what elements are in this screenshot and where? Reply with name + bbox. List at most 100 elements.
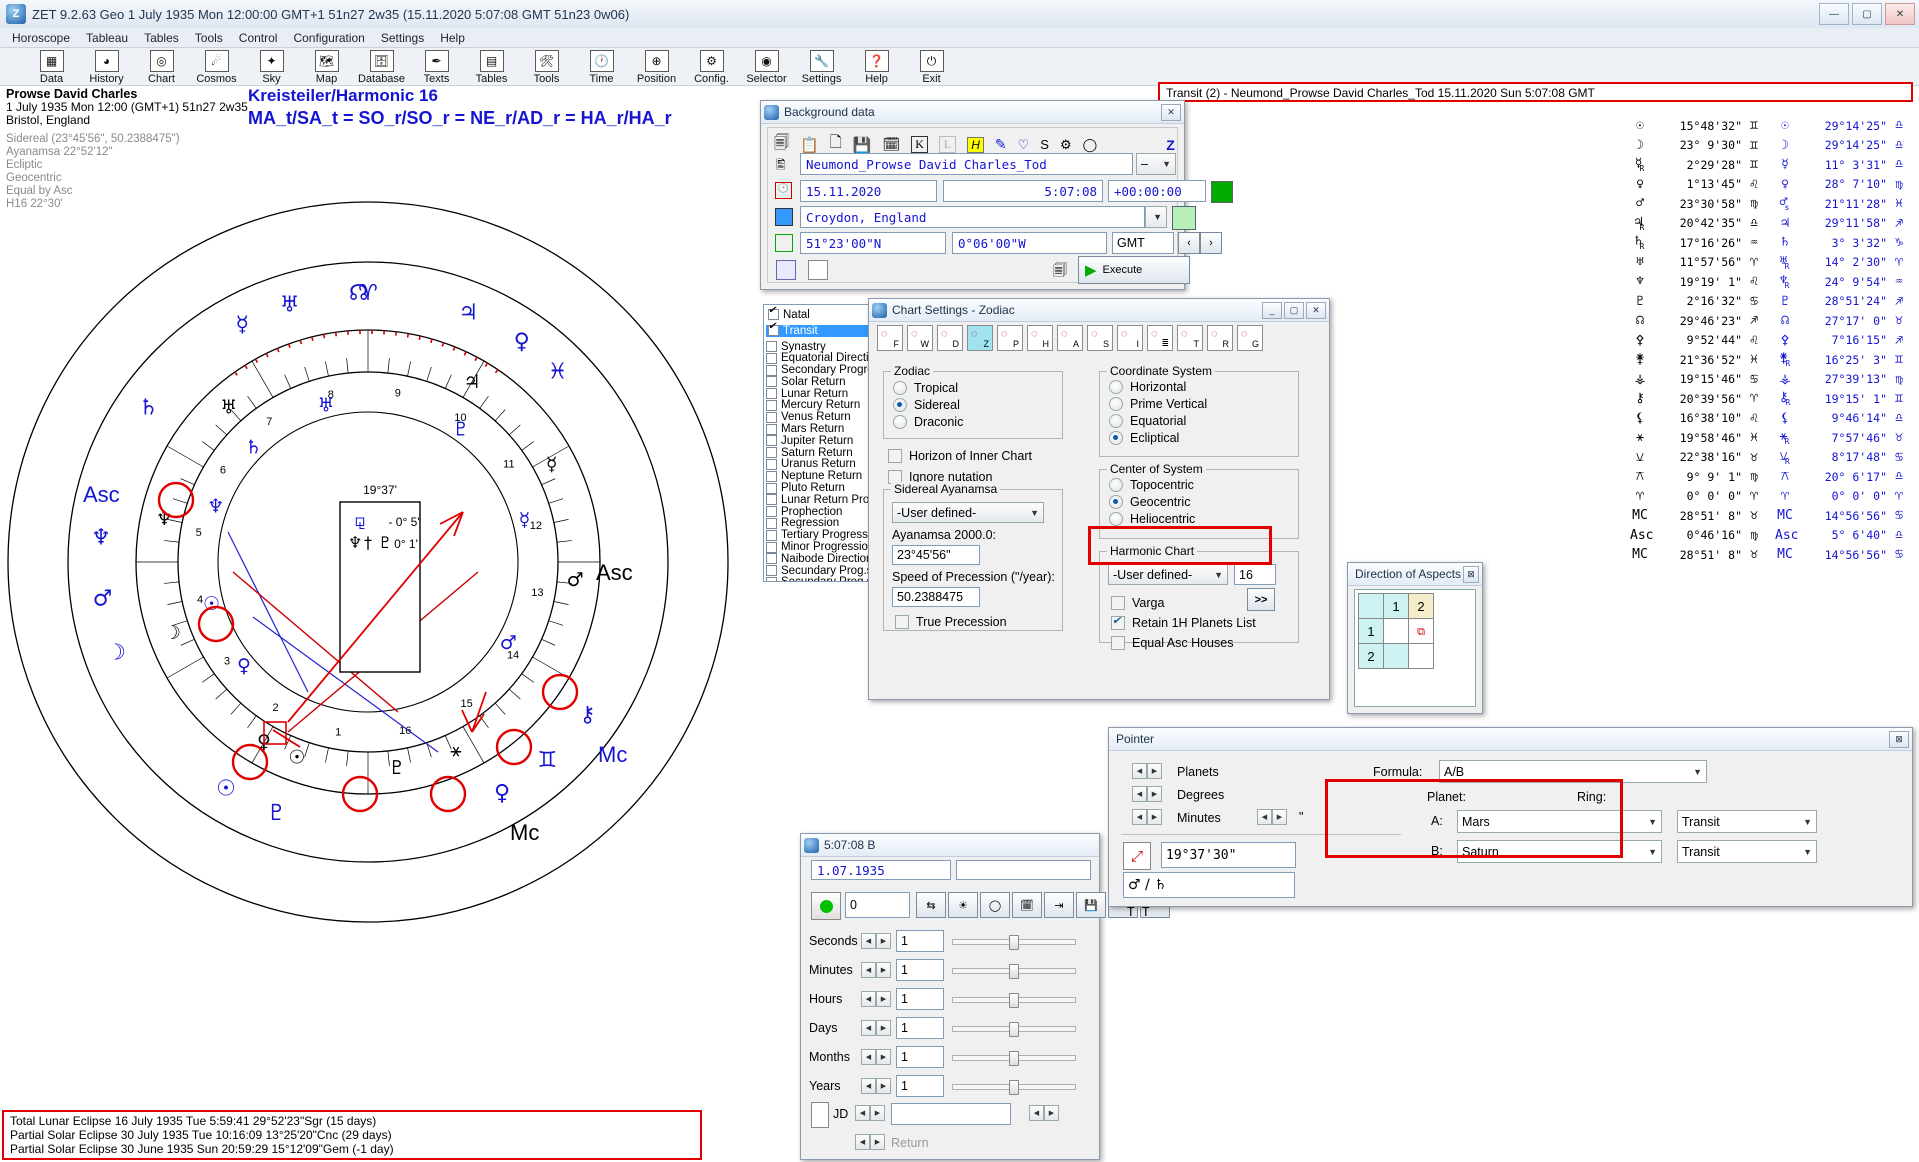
planet-glyph[interactable]: ♇ (388, 757, 405, 779)
radio-icon[interactable] (1109, 397, 1123, 411)
planet-glyph[interactable]: ☊ (349, 281, 369, 306)
checkbox-icon[interactable] (766, 435, 777, 447)
minutes2-dec-button[interactable]: ◀ (1257, 809, 1272, 825)
radio-icon[interactable] (893, 381, 907, 395)
map-pin-icon[interactable] (1172, 206, 1196, 230)
grid-cell-2-2[interactable] (1408, 643, 1434, 669)
z-icon[interactable]: Z (1166, 137, 1175, 153)
chart-wheel-icon[interactable] (776, 260, 796, 280)
toolbar-exit-button[interactable]: ⏻ Exit (904, 50, 959, 85)
minutes-dec-button[interactable]: ◀ (1132, 809, 1147, 825)
checkbox-icon[interactable] (766, 423, 777, 435)
chart-settings-titlebar[interactable]: Chart Settings - Zodiac _ ▢ ✕ (869, 299, 1329, 322)
checkbox-icon[interactable] (768, 305, 779, 321)
toolbar-tables-button[interactable]: ▤ Tables (464, 50, 519, 85)
planet-glyph[interactable]: ☿ (546, 453, 558, 475)
time-row-slider[interactable] (952, 992, 1076, 1008)
toolbar-config-button[interactable]: ⚙ Config. (684, 50, 739, 85)
time-row-slider[interactable] (952, 1079, 1076, 1095)
checkbox-icon[interactable] (766, 494, 777, 506)
time-row-slider[interactable] (952, 934, 1076, 950)
background-name-dropdown[interactable]: – ▼ (1136, 153, 1176, 175)
degrees-dec-button[interactable]: ◀ (1132, 786, 1147, 802)
duplicate-icon[interactable]: 🗐 (1053, 260, 1067, 284)
menu-settings[interactable]: Settings (373, 29, 432, 47)
menu-help[interactable]: Help (432, 29, 473, 47)
grid-col-2[interactable]: 2 (1408, 593, 1434, 619)
grid-row-1[interactable]: 1 (1358, 618, 1384, 644)
return-dec-button[interactable]: ◀ (855, 1134, 870, 1150)
save-icon[interactable]: 💾 (853, 136, 872, 154)
s-icon[interactable]: S (1040, 137, 1049, 152)
center-heliocentric[interactable]: Heliocentric (1109, 512, 1298, 526)
time-panel-date-field[interactable]: 1.07.1935 (811, 860, 951, 880)
toolbar-data-button[interactable]: ▦ Data (24, 50, 79, 85)
time-panel-titlebar[interactable]: 5:07:08 B (801, 834, 1099, 857)
radio-icon[interactable] (1109, 414, 1123, 428)
tab-z[interactable]: Z ◌ (967, 325, 993, 351)
toolbar-tools-button[interactable]: 🛠 Tools (519, 50, 574, 85)
time-row-slider[interactable] (952, 1021, 1076, 1037)
horizon-inner-chart-checkbox[interactable]: Horizon of Inner Chart (888, 449, 1032, 463)
toolbar-help-button[interactable]: ❓ Help (849, 50, 904, 85)
background-place-dropdown[interactable]: ▼ (1145, 206, 1167, 228)
planet-glyph[interactable]: ♂ (93, 586, 113, 611)
direction-of-aspects-close-icon[interactable]: ⊠ (1463, 565, 1479, 583)
zodiac-sidereal[interactable]: Sidereal (893, 398, 1062, 412)
jd-input[interactable] (891, 1103, 1011, 1125)
tab-d[interactable]: D ◌ (937, 325, 963, 351)
k-icon[interactable]: K (911, 136, 928, 153)
time-row-input[interactable]: 1 (896, 1074, 944, 1097)
planet-glyph[interactable]: ☿ (519, 509, 531, 531)
planet-glyph[interactable]: ☉ (288, 746, 305, 768)
time-row-input[interactable]: 1 (896, 958, 944, 981)
time-row-spinner[interactable]: ◀ ▶ (861, 1019, 891, 1036)
pointer-titlebar[interactable]: Pointer ⊠ (1109, 728, 1912, 751)
planet-glyph[interactable]: ☽ (164, 622, 181, 644)
time-row-spinner[interactable]: ◀ ▶ (861, 990, 891, 1007)
astrology-chart-wheel[interactable]: 12345678 910111213141516 ♈♃♀♓♄☿♅ ☊♇☽♂♆♊☉⚷♀… (0, 150, 780, 950)
retain-1h-planets-checkbox[interactable]: Retain 1H Planets List (1111, 614, 1256, 630)
checkbox-icon[interactable] (766, 411, 777, 423)
background-date-field[interactable]: 15.11.2020 (800, 180, 937, 202)
copy-icon[interactable]: 🗐 (774, 132, 789, 157)
save-icon[interactable]: 💾 (1076, 892, 1106, 918)
checkbox-icon[interactable] (766, 553, 777, 565)
checkbox-icon[interactable] (766, 506, 777, 518)
planets-inc-button[interactable]: ▶ (1147, 763, 1162, 779)
calendar-icon[interactable]: 🗓 (1012, 892, 1042, 918)
toolbar-cosmos-button[interactable]: ☄ Cosmos (189, 50, 244, 85)
pointer-ring-b-dropdown[interactable]: Transit ▼ (1677, 840, 1817, 863)
background-tz-field[interactable]: GMT (1112, 232, 1174, 254)
planet-glyph[interactable]: ♆ (207, 496, 224, 518)
planet-glyph[interactable]: ♄ (245, 436, 262, 458)
jd-dec-button[interactable]: ◀ (855, 1105, 870, 1121)
planet-glyph[interactable]: ♅ (220, 396, 237, 418)
checkbox-icon[interactable] (766, 482, 777, 494)
menu-tableau[interactable]: Tableau (78, 29, 136, 47)
tz-next-button[interactable]: › (1200, 232, 1222, 254)
background-lat-field[interactable]: 51°23'00"N (800, 232, 946, 254)
checkbox-icon[interactable] (766, 447, 777, 459)
pointer-formula-dropdown[interactable]: A/B ▼ (1439, 760, 1707, 783)
radio-icon[interactable] (1109, 495, 1123, 509)
menu-tools[interactable]: Tools (187, 29, 231, 47)
checkbox-icon[interactable] (768, 321, 779, 337)
background-place-field[interactable]: Croydon, England (800, 206, 1145, 228)
tab-h[interactable]: H ◌ (1027, 325, 1053, 351)
pointer-planet-b-dropdown[interactable]: Saturn ▼ (1457, 840, 1662, 863)
precession-speed-input[interactable]: 50.2388475 (892, 587, 980, 607)
planet-glyph[interactable]: ⚷ (579, 703, 595, 728)
checkbox-icon[interactable] (766, 388, 777, 400)
menu-control[interactable]: Control (231, 29, 286, 47)
background-data-close-icon[interactable]: ✕ (1161, 103, 1181, 121)
equal-asc-houses-checkbox[interactable]: Equal Asc Houses (1111, 636, 1233, 650)
tz-prev-button[interactable]: ‹ (1178, 232, 1200, 254)
harmonic-more-button[interactable]: >> (1247, 588, 1275, 611)
menu-tables[interactable]: Tables (136, 29, 187, 47)
planet-glyph[interactable]: ♂ (567, 569, 584, 591)
dot-icon[interactable] (808, 260, 828, 280)
time-row-spinner[interactable]: ◀ ▶ (861, 932, 891, 949)
planet-glyph[interactable]: ☽ (106, 641, 126, 666)
pointer-ring-a-dropdown[interactable]: Transit ▼ (1677, 810, 1817, 833)
